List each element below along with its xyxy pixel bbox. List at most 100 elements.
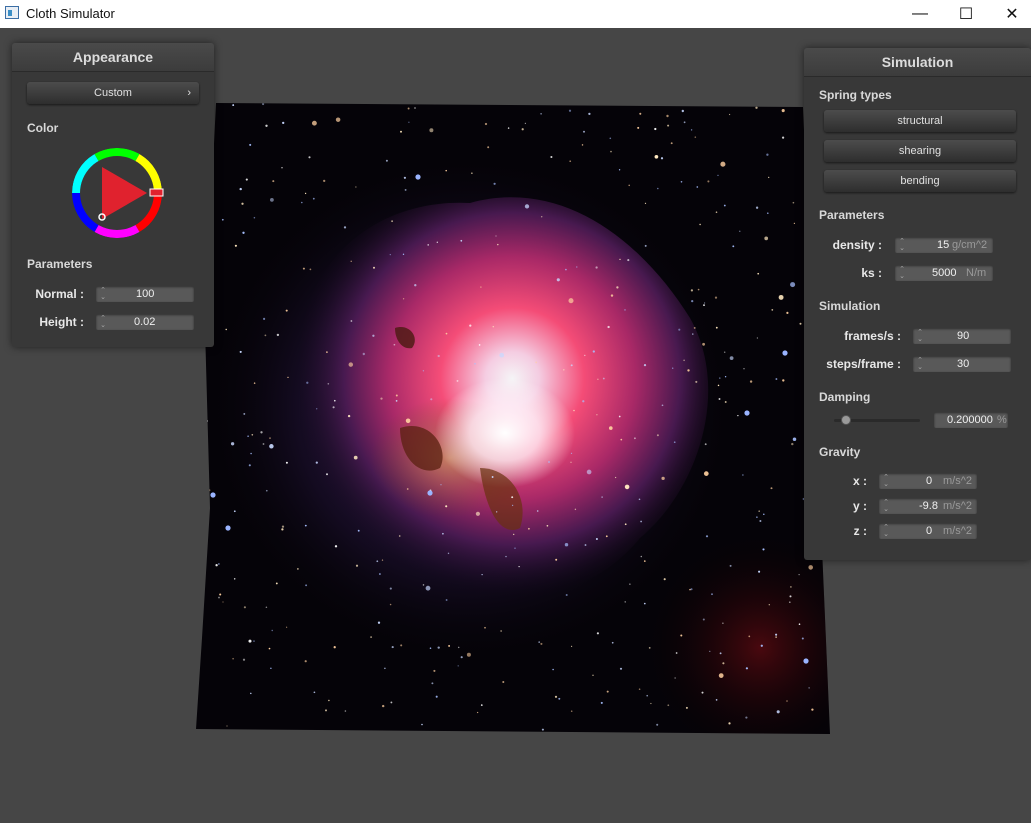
star — [776, 710, 780, 714]
star — [793, 222, 796, 225]
star — [624, 601, 626, 603]
star — [616, 286, 619, 289]
star — [691, 299, 694, 303]
spinner-icon[interactable]: ⌃ ⌄ — [882, 474, 890, 488]
star — [663, 578, 666, 581]
gravity-y-input[interactable]: ⌃ ⌄ -9.8 m/s^2 — [879, 498, 977, 514]
star — [253, 382, 256, 384]
star — [287, 376, 289, 379]
star — [607, 325, 610, 329]
star — [249, 143, 252, 146]
star — [678, 328, 681, 331]
sim-parameters-label: Parameters — [819, 208, 885, 222]
star — [638, 688, 641, 690]
star — [680, 180, 683, 183]
star — [715, 699, 718, 701]
star — [760, 644, 763, 647]
star — [606, 690, 609, 693]
preset-dropdown[interactable]: Custom › — [27, 82, 199, 104]
star — [811, 708, 814, 711]
star — [592, 350, 595, 353]
star — [748, 635, 751, 638]
star — [233, 578, 236, 580]
height-input[interactable]: ⌃ ⌄ 0.02 — [96, 314, 194, 330]
structural-button[interactable]: structural — [824, 110, 1016, 132]
star — [475, 511, 480, 516]
star — [511, 496, 514, 499]
spinner-icon[interactable]: ⌃ ⌄ — [898, 238, 906, 252]
star — [739, 230, 741, 232]
star — [344, 710, 347, 712]
star — [512, 533, 515, 536]
spinner-icon[interactable]: ⌃ ⌄ — [898, 266, 906, 280]
star — [445, 169, 447, 172]
star — [437, 646, 440, 649]
star — [618, 415, 621, 418]
star — [265, 606, 268, 609]
star — [323, 179, 326, 183]
star — [313, 691, 316, 694]
star — [414, 284, 417, 287]
star — [757, 272, 760, 275]
bending-button[interactable]: bending — [824, 170, 1016, 192]
star — [538, 641, 541, 643]
star — [667, 704, 670, 707]
density-input[interactable]: ⌃ ⌄ 15 g/cm^2 — [895, 237, 993, 253]
maximize-button[interactable]: ☐ — [943, 0, 989, 28]
simulation-viewport[interactable]: Appearance Custom › Color Parameters Nor… — [0, 28, 1031, 823]
spinner-icon[interactable]: ⌃ ⌄ — [882, 499, 890, 513]
star — [717, 174, 719, 177]
close-button[interactable]: ✕ — [989, 0, 1031, 28]
star — [584, 544, 587, 546]
bright-star — [782, 350, 788, 356]
fps-input[interactable]: ⌃ ⌄ 90 — [913, 328, 1011, 344]
star — [232, 104, 235, 107]
star — [503, 103, 506, 105]
star — [350, 260, 352, 262]
steps-input[interactable]: ⌃ ⌄ 30 — [913, 356, 1011, 372]
star — [389, 603, 392, 606]
star — [619, 258, 621, 261]
shearing-button[interactable]: shearing — [824, 140, 1016, 162]
star — [308, 156, 311, 159]
star — [661, 476, 665, 481]
ks-input[interactable]: ⌃ ⌄ 5000 N/m — [895, 265, 993, 281]
gravity-x-input[interactable]: ⌃ ⌄ 0 m/s^2 — [879, 473, 977, 489]
star — [718, 673, 724, 678]
star — [666, 114, 669, 118]
normal-input[interactable]: ⌃ ⌄ 100 — [96, 286, 194, 302]
star — [304, 524, 307, 527]
star — [334, 545, 338, 548]
spinner-icon[interactable]: ⌃ ⌄ — [916, 357, 924, 371]
star — [789, 595, 792, 598]
star — [568, 109, 572, 112]
star — [756, 337, 759, 339]
star — [372, 334, 375, 337]
star — [362, 352, 365, 356]
star — [583, 130, 585, 133]
star — [262, 103, 265, 106]
spinner-icon[interactable]: ⌃ ⌄ — [99, 287, 107, 301]
damping-slider-handle[interactable] — [841, 415, 852, 425]
appearance-header: Appearance — [12, 43, 214, 72]
star — [302, 267, 305, 270]
color-wheel[interactable] — [69, 145, 165, 241]
star — [704, 302, 706, 304]
star — [742, 474, 744, 476]
star — [715, 326, 718, 329]
star — [576, 266, 578, 268]
star — [456, 379, 459, 382]
star — [634, 437, 636, 440]
spinner-icon[interactable]: ⌃ ⌄ — [916, 329, 924, 343]
minimize-button[interactable]: — — [897, 0, 943, 28]
star — [253, 640, 255, 642]
star — [637, 126, 640, 129]
hue-picker-handle[interactable] — [149, 188, 164, 197]
spinner-icon[interactable]: ⌃ ⌄ — [99, 315, 107, 329]
gravity-x-label: x : — [852, 474, 867, 488]
star — [792, 437, 797, 441]
damping-input[interactable]: 0.200000 % — [934, 412, 1008, 428]
gravity-z-input[interactable]: ⌃ ⌄ 0 m/s^2 — [879, 523, 977, 539]
star — [215, 564, 218, 567]
spinner-icon[interactable]: ⌃ ⌄ — [882, 524, 890, 538]
